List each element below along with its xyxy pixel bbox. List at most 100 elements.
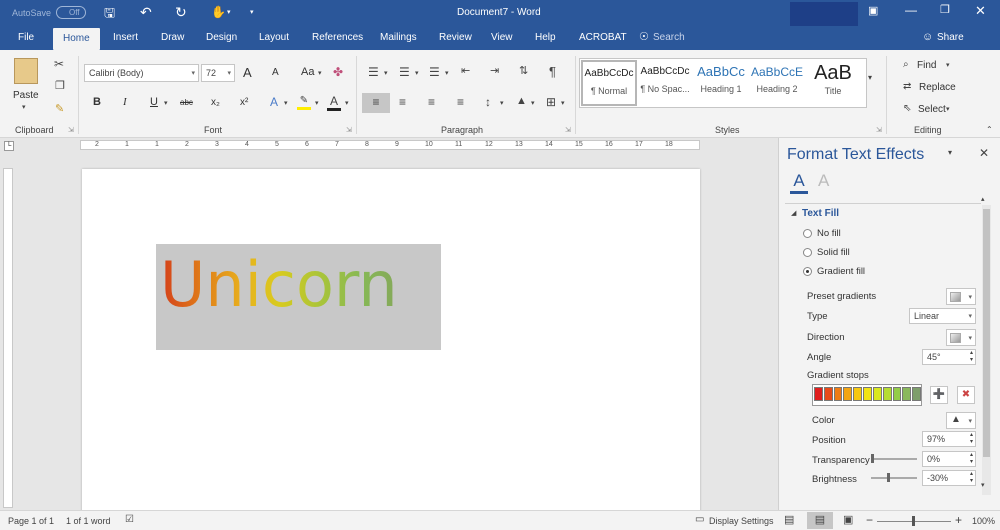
transparency-input[interactable]: 0% ▴ ▾ xyxy=(922,451,976,467)
add-stop-icon[interactable]: ➕ xyxy=(930,386,948,404)
justify-icon[interactable]: ≡ xyxy=(457,96,464,108)
autosave-toggle[interactable]: Off xyxy=(56,6,86,19)
borders-icon[interactable]: ⊞ xyxy=(546,96,556,108)
tab-layout[interactable]: Layout xyxy=(259,32,289,43)
gradient-stop[interactable] xyxy=(892,387,902,401)
position-input[interactable]: 97% ▴ ▾ xyxy=(922,431,976,447)
tab-selector[interactable]: └ xyxy=(4,141,14,151)
style-no-spacing[interactable]: AaBbCcDc ¶ No Spac... xyxy=(637,60,693,106)
tab-design[interactable]: Design xyxy=(206,32,237,43)
gradient-stop[interactable] xyxy=(853,387,863,401)
borders-dropdown-icon[interactable]: ▾ xyxy=(561,100,565,107)
search-box[interactable]: Search xyxy=(653,32,685,43)
share-button[interactable]: Share xyxy=(937,32,964,43)
shading-dropdown-icon[interactable]: ▾ xyxy=(531,100,535,107)
numbering-dropdown-icon[interactable]: ▾ xyxy=(415,70,419,77)
clear-formatting-icon[interactable]: ✤ xyxy=(333,66,343,78)
proofing-icon[interactable]: ☑ xyxy=(125,515,134,525)
underline-button[interactable]: U xyxy=(150,96,158,108)
brightness-slider[interactable] xyxy=(871,477,917,479)
gradient-stops-bar[interactable] xyxy=(812,384,922,406)
font-name-select[interactable]: Calibri (Body) ▾ xyxy=(84,64,199,82)
font-color-icon[interactable]: A xyxy=(327,95,341,111)
web-layout-icon[interactable]: ▣ xyxy=(843,515,853,526)
strikethrough-button[interactable]: abc xyxy=(180,98,193,107)
text-fill-section[interactable]: Text Fill xyxy=(802,208,839,219)
superscript-button[interactable]: x² xyxy=(240,97,248,108)
paste-icon[interactable] xyxy=(14,58,38,84)
tab-review[interactable]: Review xyxy=(439,32,472,43)
restore-icon[interactable]: ❐ xyxy=(940,5,950,16)
customize-icon[interactable]: ▾ xyxy=(250,9,254,16)
line-spacing-icon[interactable]: ↕ xyxy=(485,96,491,108)
copy-icon[interactable]: ❐ xyxy=(55,81,65,92)
display-settings-button[interactable]: Display Settings xyxy=(709,516,774,526)
vertical-ruler[interactable] xyxy=(3,168,13,508)
brightness-slider-thumb[interactable] xyxy=(887,473,891,482)
underline-dropdown-icon[interactable]: ▾ xyxy=(164,100,168,107)
touch-mode-icon[interactable]: ✋ xyxy=(211,6,226,18)
styles-launcher-icon[interactable]: ⇲ xyxy=(876,127,882,134)
tab-help[interactable]: Help xyxy=(535,32,556,43)
tab-acrobat[interactable]: ACROBAT xyxy=(579,32,627,43)
gradient-stop[interactable] xyxy=(882,387,892,401)
line-spacing-dropdown-icon[interactable]: ▾ xyxy=(500,100,504,107)
align-left-icon[interactable]: ≡ xyxy=(362,93,390,113)
pane-scrollbar-thumb[interactable] xyxy=(983,209,990,457)
section-collapse-icon[interactable]: ◢ xyxy=(791,210,796,217)
tab-references[interactable]: References xyxy=(312,32,363,43)
text-fill-outline-tab-icon[interactable]: A xyxy=(790,172,808,194)
stop-color-button[interactable]: ▲ ▾ xyxy=(946,412,976,429)
gradient-stop[interactable] xyxy=(912,387,921,401)
tab-draw[interactable]: Draw xyxy=(161,32,184,43)
tab-insert[interactable]: Insert xyxy=(113,32,138,43)
brightness-input[interactable]: -30% ▴ ▾ xyxy=(922,470,976,486)
numbering-icon[interactable]: ☰ xyxy=(399,66,410,78)
find-dropdown-icon[interactable]: ▾ xyxy=(946,62,950,69)
highlight-dropdown-icon[interactable]: ▾ xyxy=(315,100,319,107)
bullets-icon[interactable]: ☰ xyxy=(368,66,379,78)
sort-icon[interactable]: ⇅ xyxy=(519,66,528,77)
highlight-icon[interactable]: ✎ xyxy=(297,96,311,110)
shading-icon[interactable]: ▲ xyxy=(516,96,527,107)
paste-button[interactable]: Paste xyxy=(13,90,39,101)
styles-more-icon[interactable]: ▾ xyxy=(868,74,872,82)
gradient-stop[interactable] xyxy=(902,387,912,401)
style-normal[interactable]: AaBbCcDc ¶ Normal xyxy=(581,60,637,106)
text-effects-tab-icon[interactable]: A xyxy=(818,172,829,189)
show-formatting-icon[interactable]: ¶ xyxy=(549,65,556,78)
horizontal-ruler[interactable]: 2 1 1 2 3 4 5 6 7 8 9 10 11 12 13 14 15 16 17 18 xyxy=(80,140,700,150)
font-size-select[interactable]: 72 ▾ xyxy=(201,64,235,82)
find-button[interactable]: Find xyxy=(917,60,936,71)
font-launcher-icon[interactable]: ⇲ xyxy=(346,127,352,134)
bullets-dropdown-icon[interactable]: ▾ xyxy=(384,70,388,77)
text-effects-dropdown-icon[interactable]: ▾ xyxy=(284,100,288,107)
document-text[interactable]: Unicorn xyxy=(160,254,398,316)
gradient-stop[interactable] xyxy=(863,387,872,401)
change-case-dropdown-icon[interactable]: ▾ xyxy=(318,70,322,77)
zoom-slider-thumb[interactable] xyxy=(912,516,915,526)
minimize-icon[interactable]: — xyxy=(905,4,917,16)
scroll-down-icon[interactable]: ▾ xyxy=(981,482,985,489)
save-icon[interactable]: 🖫 xyxy=(104,6,115,19)
pane-scrollbar[interactable] xyxy=(982,205,991,495)
close-icon[interactable]: ✕ xyxy=(975,4,986,17)
transparency-slider-thumb[interactable] xyxy=(871,454,874,463)
paragraph-launcher-icon[interactable]: ⇲ xyxy=(565,127,571,134)
format-painter-icon[interactable]: ✎ xyxy=(55,104,64,115)
font-color-dropdown-icon[interactable]: ▾ xyxy=(345,100,349,107)
ribbon-display-icon[interactable]: ▣ xyxy=(868,6,878,17)
gradient-stop[interactable] xyxy=(872,387,882,401)
italic-button[interactable]: I xyxy=(123,96,127,108)
tab-home[interactable]: Home xyxy=(53,28,100,50)
gradient-stop[interactable] xyxy=(814,387,823,401)
paste-dropdown-icon[interactable]: ▾ xyxy=(22,104,26,111)
redo-icon[interactable]: ↻ xyxy=(175,5,187,19)
preset-gradients-button[interactable]: ▾ xyxy=(946,288,976,305)
word-count[interactable]: 1 of 1 word xyxy=(66,516,111,526)
pane-options-icon[interactable]: ▾ xyxy=(948,149,952,157)
align-right-icon[interactable]: ≡ xyxy=(428,96,435,108)
direction-button[interactable]: ▾ xyxy=(946,329,976,346)
increase-indent-icon[interactable]: ⇥ xyxy=(490,66,499,77)
zoom-in-icon[interactable]: + xyxy=(955,514,962,526)
